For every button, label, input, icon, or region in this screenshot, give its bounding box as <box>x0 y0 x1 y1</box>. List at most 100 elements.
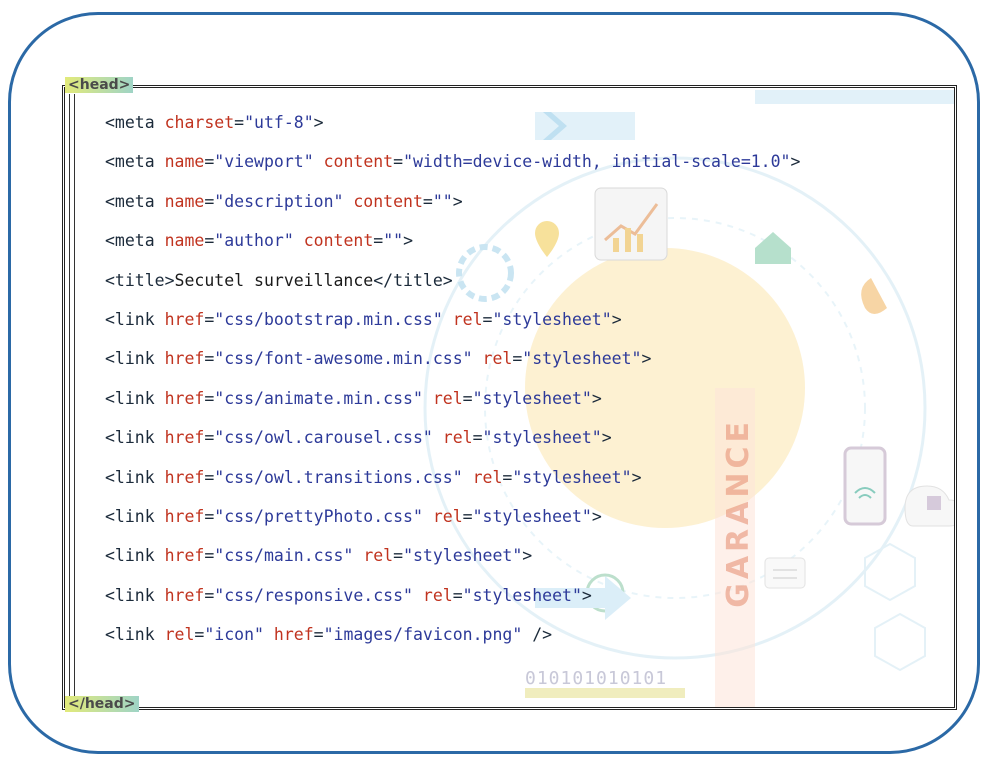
code-token: rel <box>482 349 513 369</box>
code-token: name <box>164 191 205 211</box>
code-token: </title> <box>373 270 453 290</box>
padlock-icon <box>927 496 941 510</box>
code-token: = <box>502 467 513 487</box>
code-line: <link href="css/owl.carousel.css" rel="s… <box>105 418 800 457</box>
code-token: > <box>403 231 414 251</box>
code-token: "css/owl.carousel.css" <box>214 428 433 448</box>
hexagon-icon-2 <box>874 612 926 672</box>
code-token: rel <box>164 625 195 645</box>
code-token: rel <box>452 309 483 329</box>
phone-icon <box>843 446 887 526</box>
code-token: "stylesheet" <box>482 428 602 448</box>
code-token: <meta <box>105 152 165 172</box>
progress-strip <box>525 688 685 698</box>
code-token: "css/main.css" <box>214 546 354 566</box>
code-token: "stylesheet" <box>512 467 632 487</box>
code-token: href <box>164 388 205 408</box>
cloud-lock-icon <box>904 485 954 527</box>
code-token: "stylesheet" <box>492 309 612 329</box>
code-token: /> <box>522 625 553 645</box>
code-token: rel <box>422 585 453 605</box>
code-token: > <box>313 113 324 132</box>
code-token: content <box>303 231 374 251</box>
code-token: rel <box>432 506 463 526</box>
code-token: <link <box>105 625 165 645</box>
code-token: = <box>393 546 404 566</box>
code-token: = <box>472 428 483 448</box>
code-token: "icon" <box>204 625 264 645</box>
code-line: <link href="css/main.css" rel="styleshee… <box>105 536 800 575</box>
code-token: href <box>164 585 205 605</box>
code-token: = <box>373 231 384 251</box>
code-token: "" <box>383 231 404 251</box>
code-token: "stylesheet" <box>462 585 582 605</box>
code-token: "css/animate.min.css" <box>214 388 423 408</box>
code-token: "utf-8" <box>244 113 314 132</box>
code-token: <link <box>105 546 165 566</box>
code-line: <title>Secutel surveillance</title> <box>105 261 800 300</box>
code-line: <meta charset="utf-8"> <box>105 103 800 142</box>
code-token: <meta <box>105 191 165 211</box>
code-line: <link href="css/font-awesome.min.css" re… <box>105 339 800 378</box>
code-token: "stylesheet" <box>522 349 642 369</box>
code-token: <title> <box>105 270 175 290</box>
code-token: name <box>164 152 205 172</box>
code-token: <link <box>105 585 165 605</box>
code-token: = <box>452 585 463 605</box>
code-token: rel <box>363 546 394 566</box>
code-line: <link rel="icon" href="images/favicon.pn… <box>105 615 800 654</box>
code-token: = <box>204 349 215 369</box>
code-token: = <box>393 152 404 172</box>
hexagon-icon <box>864 542 916 602</box>
code-token: > <box>591 388 602 408</box>
code-token: href <box>164 309 205 329</box>
code-token: = <box>512 349 523 369</box>
code-token: "viewport" <box>214 152 314 172</box>
binary-text: 010101010101 <box>525 668 668 689</box>
header-arrow <box>755 90 954 104</box>
code-token: = <box>462 506 473 526</box>
code-line: <link href="css/owl.transitions.css" rel… <box>105 458 800 497</box>
code-token: "stylesheet" <box>472 388 592 408</box>
code-token: "stylesheet" <box>472 506 592 526</box>
code-token: "css/bootstrap.min.css" <box>214 309 443 329</box>
code-token: <link <box>105 467 165 487</box>
code-token: = <box>462 388 473 408</box>
code-token: "width=device-width, initial-scale=1.0" <box>403 152 791 172</box>
code-token: > <box>790 152 801 172</box>
code-token: name <box>164 231 205 251</box>
code-line: <link href="css/responsive.css" rel="sty… <box>105 576 800 615</box>
code-token: href <box>164 546 205 566</box>
code-token: content <box>323 152 394 172</box>
code-token: <link <box>105 309 165 329</box>
code-token: <meta <box>105 231 165 251</box>
code-token: "css/owl.transitions.css" <box>214 467 463 487</box>
code-token: "" <box>432 191 453 211</box>
code-token: = <box>204 191 215 211</box>
code-token: = <box>204 231 215 251</box>
code-token: "css/prettyPhoto.css" <box>214 506 423 526</box>
code-token: Secutel surveillance <box>174 270 374 290</box>
code-token: href <box>164 349 205 369</box>
code-token: > <box>452 191 463 211</box>
code-token: content <box>353 191 423 211</box>
code-token: = <box>204 467 215 487</box>
code-token: > <box>522 546 533 566</box>
code-token: = <box>313 625 324 645</box>
code-token: = <box>194 625 205 645</box>
code-token: "css/font-awesome.min.css" <box>214 349 473 369</box>
code-token: = <box>204 309 215 329</box>
code-token: = <box>204 506 215 526</box>
code-token: > <box>581 585 592 605</box>
code-line: <link href="css/bootstrap.min.css" rel="… <box>105 300 800 339</box>
code-token: href <box>164 506 205 526</box>
code-token: href <box>164 428 205 448</box>
code-token: "stylesheet" <box>403 546 523 566</box>
